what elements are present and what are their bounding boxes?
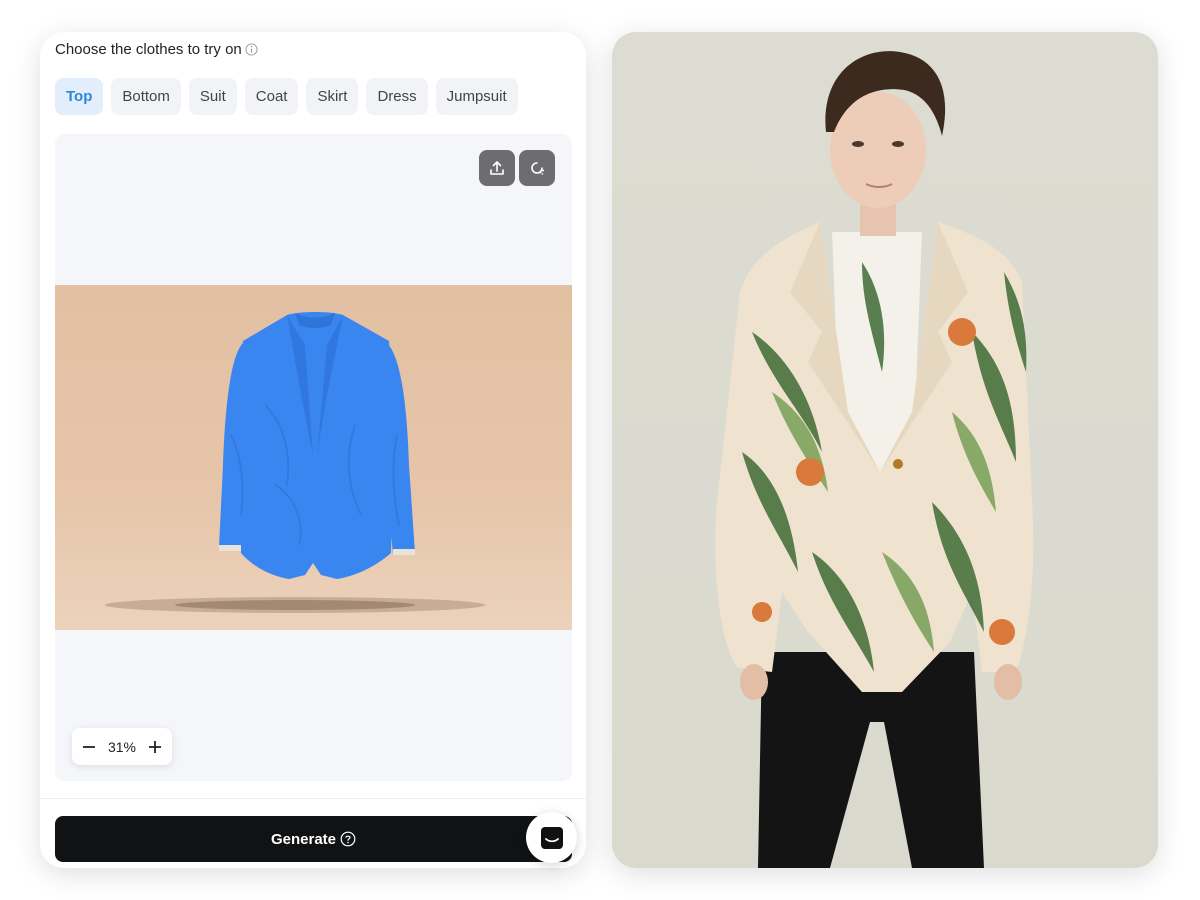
tab-jumpsuit[interactable]: Jumpsuit <box>435 78 518 115</box>
help-icon <box>340 831 356 847</box>
zoom-out-button[interactable] <box>82 740 96 754</box>
model-photo <box>715 51 1034 868</box>
tab-suit[interactable]: Suit <box>188 78 237 115</box>
chat-button[interactable] <box>526 812 577 863</box>
upload-button[interactable] <box>479 150 515 186</box>
tab-coat[interactable]: Coat <box>244 78 299 115</box>
garment-selector-panel: Choose the clothes to try on Top Bottom … <box>40 32 586 868</box>
panel-header: Choose the clothes to try on <box>55 41 258 58</box>
zoom-in-button[interactable] <box>148 740 162 754</box>
tab-dress[interactable]: Dress <box>366 78 428 115</box>
chat-icon <box>540 826 563 849</box>
garment-image <box>55 285 572 630</box>
garment-canvas[interactable]: 31% <box>55 134 572 781</box>
zoom-control: 31% <box>72 728 172 765</box>
generate-button[interactable]: Generate <box>55 816 572 862</box>
tab-top[interactable]: Top <box>55 78 104 115</box>
generate-label: Generate <box>270 830 337 848</box>
tab-skirt[interactable]: Skirt <box>306 78 359 115</box>
minus-icon <box>83 745 95 748</box>
replace-button[interactable] <box>519 150 555 186</box>
upload-icon <box>490 161 504 175</box>
plus-icon <box>149 740 161 753</box>
divider <box>40 798 586 799</box>
tab-bottom[interactable]: Bottom <box>111 78 181 115</box>
result-image-panel <box>612 32 1158 868</box>
blazer-illustration <box>105 312 485 613</box>
info-icon[interactable] <box>245 43 258 56</box>
category-tabs: Top Bottom Suit Coat Skirt Dress Jumpsui… <box>55 78 518 115</box>
zoom-level: 31% <box>107 738 137 755</box>
replace-icon <box>531 162 544 175</box>
panel-title: Choose the clothes to try on <box>55 41 242 58</box>
